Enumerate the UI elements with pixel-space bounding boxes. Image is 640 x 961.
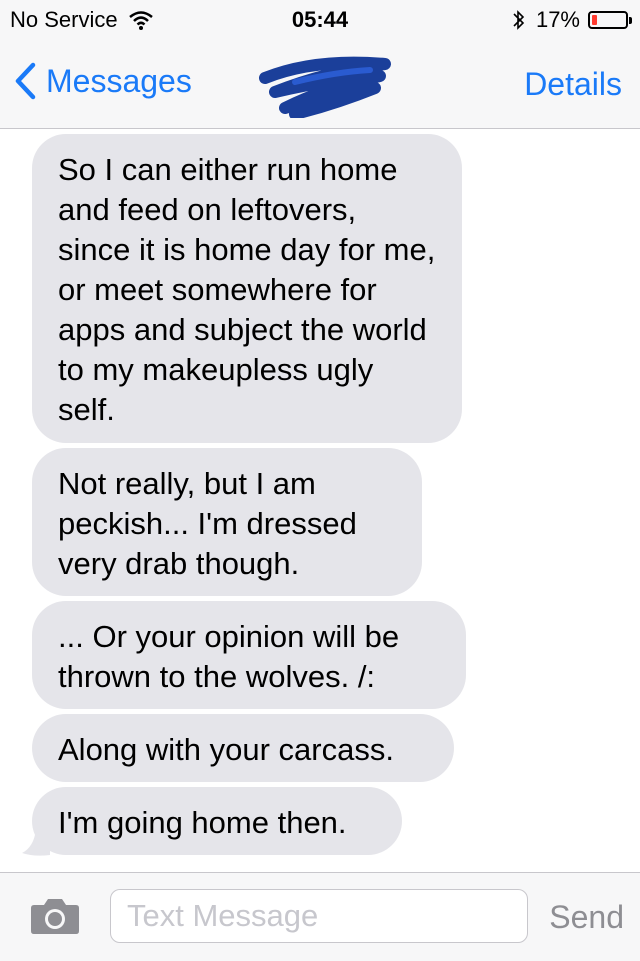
back-button[interactable]: Messages: [14, 62, 192, 100]
redacted-contact-name[interactable]: [255, 48, 395, 118]
message-input[interactable]: [110, 889, 528, 943]
bluetooth-icon: [513, 10, 525, 30]
message-text: I'm going home then.: [58, 805, 347, 840]
status-right: 17%: [512, 7, 632, 33]
back-label: Messages: [46, 62, 192, 99]
message-bubble-incoming: Not really, but I am peckish... I'm dres…: [32, 448, 422, 596]
input-bar: Send: [0, 872, 640, 961]
message-bubble-incoming: I'm going home then.: [32, 787, 402, 855]
battery-percent: 17%: [535, 7, 580, 32]
message-text: ... Or your opinion will be thrown to th…: [58, 619, 400, 694]
camera-icon[interactable]: [30, 897, 80, 935]
status-bar: No Service 05:44 17%: [0, 0, 640, 40]
message-text: Not really, but I am peckish... I'm dres…: [58, 466, 357, 581]
battery-fill: [592, 15, 597, 25]
send-button[interactable]: Send: [549, 899, 624, 936]
chevron-left-icon: [15, 62, 36, 100]
message-bubble-incoming: Along with your carcass.: [32, 714, 454, 782]
nav-bar: Messages Details: [0, 40, 640, 129]
message-text: So I can either run home and feed on lef…: [58, 152, 436, 427]
message-bubble-incoming: So I can either run home and feed on lef…: [32, 134, 462, 443]
details-button[interactable]: Details: [524, 66, 622, 103]
conversation-thread: So I can either run home and feed on lef…: [0, 129, 640, 871]
bubble-tail: [22, 829, 50, 856]
message-bubble-incoming: ... Or your opinion will be thrown to th…: [32, 601, 466, 709]
message-text: Along with your carcass.: [58, 732, 394, 767]
battery-icon: [588, 11, 632, 29]
